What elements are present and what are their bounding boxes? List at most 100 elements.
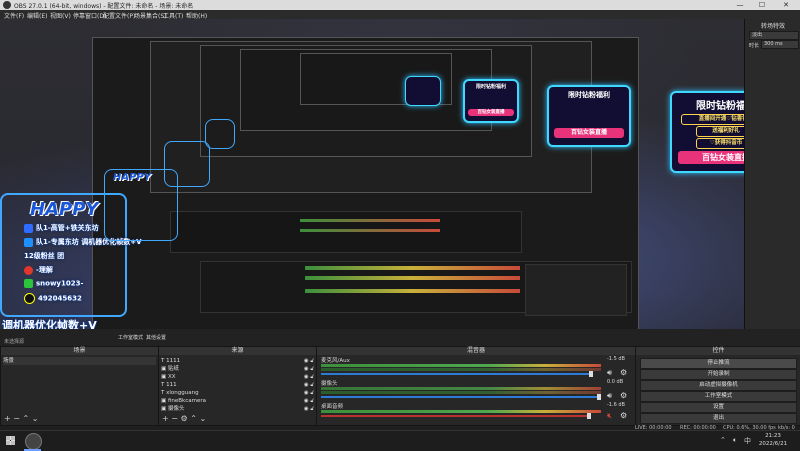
wechat-icon <box>24 279 33 288</box>
promo-card-echo-2: 限时钻粉福利 百钻女装直播 <box>463 79 519 123</box>
eye-icon[interactable]: ◉ 🔓︎ <box>304 365 314 373</box>
mixer-channel-name: 桌面音频 <box>321 404 344 410</box>
transition-panel: 转场特效 淡出 时长 300 ms <box>744 19 800 329</box>
scene-item[interactable]: 场景 <box>3 357 156 365</box>
happy-overlay-echo-2 <box>164 141 210 187</box>
clock-time[interactable]: 21:23 <box>758 433 788 439</box>
qq-icon <box>24 293 35 304</box>
overlay-line-3: 12级粉丝 团 <box>24 252 65 260</box>
window-title: OBS 27.0.1 (64-bit, windows) - 配置文件: 未命名… <box>14 3 194 10</box>
eye-icon[interactable]: ◉ 🔓︎ <box>304 373 314 381</box>
window-titlebar: OBS 27.0.1 (64-bit, windows) - 配置文件: 未命名… <box>0 0 800 10</box>
promo-echo-1-button: 百钻女装直播 <box>553 128 625 138</box>
nested-meter-4 <box>300 219 440 222</box>
add-scene-button[interactable]: + <box>4 414 11 423</box>
mixer-meter <box>321 410 601 413</box>
volume-slider-handle[interactable] <box>597 394 601 400</box>
scenes-dock: 场景 场景 + − ⌃ ⌄ <box>0 346 159 426</box>
virtual-camera-button[interactable]: 启动虚拟摄像机 <box>640 380 797 391</box>
mid-strip: 工作室模式 其他设置 未选择源 <box>0 329 800 346</box>
tray-arrow-icon[interactable]: ⌃ <box>720 436 726 444</box>
source-row[interactable]: ▣ fineBkcamera ◉ 🔓︎ <box>161 397 314 405</box>
volume-slider[interactable] <box>321 373 591 375</box>
promo-button: 百钻女装直播 <box>678 151 744 164</box>
source-row[interactable]: T 1111 ◉ 🔓︎ <box>161 357 314 365</box>
studio-mode-button[interactable]: 工作室模式 <box>640 391 797 402</box>
volume-tray-icon[interactable]: 🔈︎ <box>733 436 737 445</box>
menu-bar: 文件(F) 编辑(E) 视图(V) 停靠窗口(D) 配置文件(P) 场景集合(S… <box>0 10 800 20</box>
settings-button[interactable]: 设置 <box>640 402 797 413</box>
overlay-line-5: snowy1023- <box>24 279 83 288</box>
minimize-button[interactable]: — <box>730 0 750 10</box>
obs-logo-icon <box>3 1 11 9</box>
source-row[interactable]: ▣ XX ◉ 🔓︎ <box>161 373 314 381</box>
promo-echo-2-title: 限时钻粉福利 <box>475 84 506 90</box>
sources-dock: 来源 T 1111 ◉ 🔓︎ ▣ 贴纸 ◉ 🔓︎ ▣ XX ◉ 🔓︎ T 111 ◉ 🔓… <box>158 346 317 426</box>
eye-icon[interactable]: ◉ 🔓︎ <box>304 389 314 397</box>
obs-taskbar-icon[interactable] <box>25 433 42 450</box>
eye-icon[interactable]: ◉ 🔓︎ <box>304 381 314 389</box>
source-up-button[interactable]: ⌃ <box>190 414 197 423</box>
add-source-button[interactable]: + <box>162 414 169 423</box>
scene-up-button[interactable]: ⌃ <box>23 414 30 423</box>
duration-input[interactable]: 300 ms <box>761 40 799 49</box>
promo-echo-2-button: 百钻女装直播 <box>468 109 514 116</box>
mixer-dock-title: 混音器 <box>317 347 635 355</box>
source-down-button[interactable]: ⌄ <box>199 414 206 423</box>
mute-icon[interactable]: 🔇︎ <box>607 411 612 421</box>
sources-toolbar: + − ⚙ ⌃ ⌄ <box>162 414 206 423</box>
start-record-button[interactable]: 开始录制 <box>640 369 797 380</box>
promo-line-1: 直播间开通♡钻香钻粉 <box>680 114 744 125</box>
nested-meter-2 <box>305 276 520 280</box>
remove-source-button[interactable]: − <box>171 414 178 423</box>
source-row[interactable]: T 111 ◉ 🔓︎ <box>161 381 314 389</box>
studio-mode-link[interactable]: 工作室模式 <box>118 334 143 341</box>
nested-meter-1 <box>305 266 520 270</box>
transition-select-value: 淡出 <box>752 32 763 38</box>
volume-slider-handle[interactable] <box>589 371 593 377</box>
close-button[interactable]: ✕ <box>776 0 796 10</box>
overlay-line-6: 492045632 <box>24 293 82 304</box>
volume-slider[interactable] <box>321 396 601 398</box>
sources-dock-title: 来源 <box>159 347 316 355</box>
windows-start-icon[interactable] <box>6 436 15 445</box>
ime-tray-icon[interactable]: 中 <box>744 436 751 446</box>
speaker-icon[interactable]: 🔊︎ <box>607 368 612 378</box>
maximize-button[interactable]: ☐ <box>752 0 772 10</box>
volume-slider[interactable] <box>321 415 591 417</box>
preview-canvas[interactable]: 限时钻粉福利 直播间开通♡钻香钻粉 送福利好礼 ♡获得抖音币 百钻女装直播 限时… <box>0 19 744 329</box>
eye-icon[interactable]: ◉ 🔓︎ <box>304 397 314 405</box>
promo-card-echo-1: 限时钻粉福利 百钻女装直播 <box>547 85 631 147</box>
overlay-big-text: 调机器优化帧数+V <box>2 319 97 329</box>
source-row[interactable]: ▣ 贴纸 ◉ 🔓︎ <box>161 365 314 373</box>
stop-stream-button[interactable]: 停止推流 <box>640 358 797 369</box>
source-row[interactable]: T xlongguang ◉ 🔓︎ <box>161 389 314 397</box>
promo-line-2: 送福利好礼 <box>695 126 744 137</box>
nested-dock-strip-1 <box>170 211 522 253</box>
volume-slider-handle[interactable] <box>587 413 591 419</box>
promo-title: 限时钻粉福利 <box>696 101 744 112</box>
exit-button[interactable]: 退出 <box>640 413 797 424</box>
mixer-channel-name: 麦克风/Aux <box>321 358 350 364</box>
gear-icon[interactable]: ⚙ <box>620 411 627 420</box>
eye-icon[interactable]: ◉ 🔓︎ <box>304 405 314 413</box>
scene-down-button[interactable]: ⌄ <box>32 414 39 423</box>
image-icon: ▣ <box>161 366 168 372</box>
other-settings-link[interactable]: 其他设置 <box>146 334 166 341</box>
remove-scene-button[interactable]: − <box>13 414 20 423</box>
gear-icon[interactable]: ⚙ <box>620 368 627 377</box>
clock-date[interactable]: 2022/6/21 <box>752 441 794 447</box>
mixer-channel-db: 0.0 dB <box>607 379 624 385</box>
eye-icon[interactable]: ◉ 🔓︎ <box>304 357 314 365</box>
overlay-line-4: -理解 <box>24 265 53 275</box>
promo-card-echo-3 <box>405 76 441 106</box>
speaker-icon[interactable]: 🔊︎ <box>607 391 612 401</box>
netease-icon <box>24 265 33 275</box>
rocket-icon <box>24 223 33 233</box>
mixer-meter <box>321 391 601 394</box>
source-row[interactable]: ▣ 摄像头 ◉ 🔓︎ <box>161 405 314 413</box>
transition-select[interactable]: 淡出 <box>749 31 799 40</box>
source-settings-button[interactable]: ⚙ <box>181 414 188 423</box>
duration-label: 时长 <box>749 43 760 49</box>
gear-icon[interactable]: ⚙ <box>620 391 627 400</box>
